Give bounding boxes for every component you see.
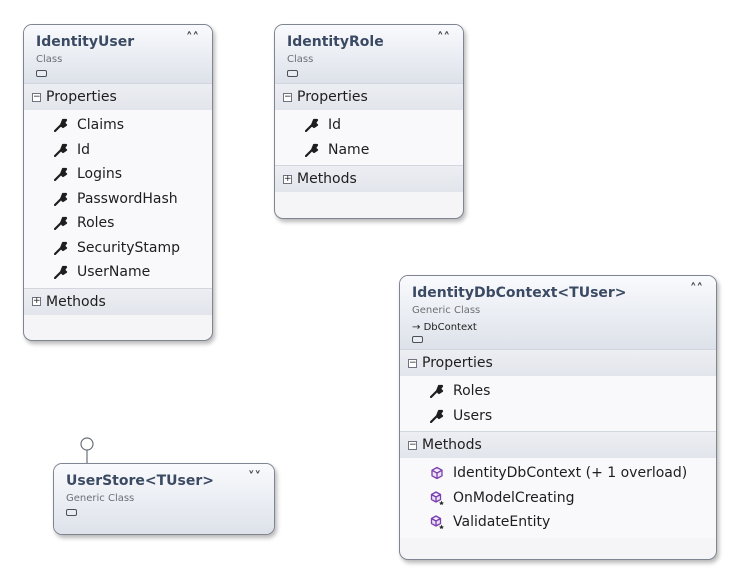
property-item[interactable]: Name — [275, 137, 463, 162]
method-cube-icon — [431, 467, 443, 480]
class-header[interactable]: UserStore<TUser> Generic Class ˅˅ — [54, 464, 274, 534]
property-item[interactable]: SecurityStamp — [24, 235, 212, 260]
properties-section-header[interactable]: − Properties — [400, 349, 716, 376]
method-item[interactable]: IdentityDbContext (+ 1 overload) — [400, 461, 716, 486]
property-list: Claims Id Logins PasswordHash Roles Secu… — [24, 110, 212, 288]
class-title: IdentityRole — [287, 34, 384, 50]
wrench-icon — [54, 217, 68, 231]
section-label: Properties — [297, 89, 368, 105]
base-type-name: DbContext — [423, 322, 477, 333]
property-name: Logins — [77, 166, 123, 182]
methods-section-header[interactable]: − Methods — [400, 431, 716, 458]
collapse-toggle-icon[interactable]: − — [32, 92, 41, 102]
class-type-icon — [287, 70, 298, 77]
property-name: Users — [453, 407, 493, 424]
property-item[interactable]: Users — [400, 403, 716, 428]
class-header[interactable]: IdentityUser Class ˄˄ — [24, 25, 212, 83]
class-kind: Generic Class — [412, 305, 481, 316]
wrench-icon — [54, 168, 68, 182]
class-kind: Generic Class — [66, 493, 135, 504]
properties-section-header[interactable]: − Properties — [24, 83, 212, 110]
properties-section-header[interactable]: − Properties — [275, 83, 463, 110]
property-item[interactable]: Claims — [24, 113, 212, 138]
wrench-icon — [54, 266, 68, 280]
property-name: PasswordHash — [77, 190, 178, 207]
interface-lollipop-icon[interactable] — [80, 437, 94, 465]
property-item[interactable]: Id — [275, 113, 463, 138]
arrow-right-icon: → — [412, 322, 424, 333]
wrench-icon — [54, 241, 68, 255]
wrench-icon — [305, 143, 319, 157]
class-kind: Class — [287, 54, 314, 65]
class-type-icon — [66, 509, 77, 516]
class-title: IdentityUser — [36, 34, 135, 50]
wrench-icon — [305, 119, 319, 133]
class-title: UserStore<TUser> — [66, 473, 215, 489]
property-item[interactable]: Roles — [24, 211, 212, 236]
expand-toggle-icon[interactable]: + — [283, 174, 292, 184]
method-item[interactable]: ValidateEntity — [400, 510, 716, 535]
property-name: SecurityStamp — [77, 239, 180, 256]
class-header[interactable]: IdentityRole Class ˄˄ — [275, 25, 463, 83]
class-type-icon — [412, 336, 423, 343]
protected-method-icon — [430, 515, 444, 530]
class-title: IdentityDbContext<TUser> — [412, 285, 627, 301]
section-label: Methods — [297, 171, 357, 187]
chevron-up-icon[interactable]: ˄˄ — [437, 31, 450, 46]
property-item[interactable]: PasswordHash — [24, 186, 212, 211]
collapse-toggle-icon[interactable]: − — [408, 358, 417, 368]
method-item[interactable]: OnModelCreating — [400, 485, 716, 510]
property-name: Claims — [77, 117, 125, 133]
method-name: OnModelCreating — [453, 489, 575, 506]
class-type-icon — [36, 70, 47, 77]
class-header[interactable]: IdentityDbContext<TUser> Generic Class →… — [400, 276, 716, 349]
identity-role-class-shape[interactable]: IdentityRole Class ˄˄ − Properties Id Na… — [274, 24, 464, 219]
property-name: Name — [328, 141, 370, 158]
property-item[interactable]: Roles — [400, 379, 716, 404]
wrench-icon — [430, 409, 444, 423]
base-type: → DbContext — [412, 321, 706, 334]
property-name: Roles — [453, 383, 491, 399]
property-item[interactable]: Id — [24, 137, 212, 162]
property-name: Id — [77, 141, 91, 158]
method-name: ValidateEntity — [453, 514, 551, 530]
wrench-icon — [54, 143, 68, 157]
property-list: Id Name — [275, 110, 463, 165]
section-label: Properties — [46, 89, 117, 105]
property-item[interactable]: UserName — [24, 260, 212, 285]
methods-section-header[interactable]: + Methods — [24, 287, 212, 315]
section-label: Properties — [422, 355, 493, 371]
method-list: IdentityDbContext (+ 1 overload) OnModel… — [400, 458, 716, 538]
identity-db-context-class-shape[interactable]: IdentityDbContext<TUser> Generic Class →… — [399, 275, 717, 560]
property-item[interactable]: Logins — [24, 162, 212, 187]
property-list: Roles Users — [400, 376, 716, 431]
chevron-down-icon[interactable]: ˅˅ — [248, 470, 261, 485]
wrench-icon — [54, 192, 68, 206]
chevron-up-icon[interactable]: ˄˄ — [690, 282, 703, 297]
protected-method-icon — [430, 491, 444, 505]
expand-toggle-icon[interactable]: + — [32, 297, 41, 306]
property-name: UserName — [77, 264, 151, 280]
property-name: Roles — [77, 215, 115, 231]
section-label: Methods — [422, 437, 482, 453]
wrench-icon — [54, 119, 68, 133]
identity-user-class-shape[interactable]: IdentityUser Class ˄˄ − Properties Claim… — [23, 24, 213, 341]
chevron-up-icon[interactable]: ˄˄ — [186, 31, 199, 46]
wrench-icon — [430, 385, 444, 399]
methods-section-header[interactable]: + Methods — [275, 165, 463, 192]
method-name: IdentityDbContext (+ 1 overload) — [453, 465, 688, 481]
class-kind: Class — [36, 54, 63, 65]
section-label: Methods — [46, 293, 106, 310]
collapse-toggle-icon[interactable]: − — [408, 440, 417, 450]
collapse-toggle-icon[interactable]: − — [283, 92, 292, 102]
property-name: Id — [328, 117, 342, 133]
user-store-class-shape[interactable]: UserStore<TUser> Generic Class ˅˅ — [53, 463, 275, 535]
